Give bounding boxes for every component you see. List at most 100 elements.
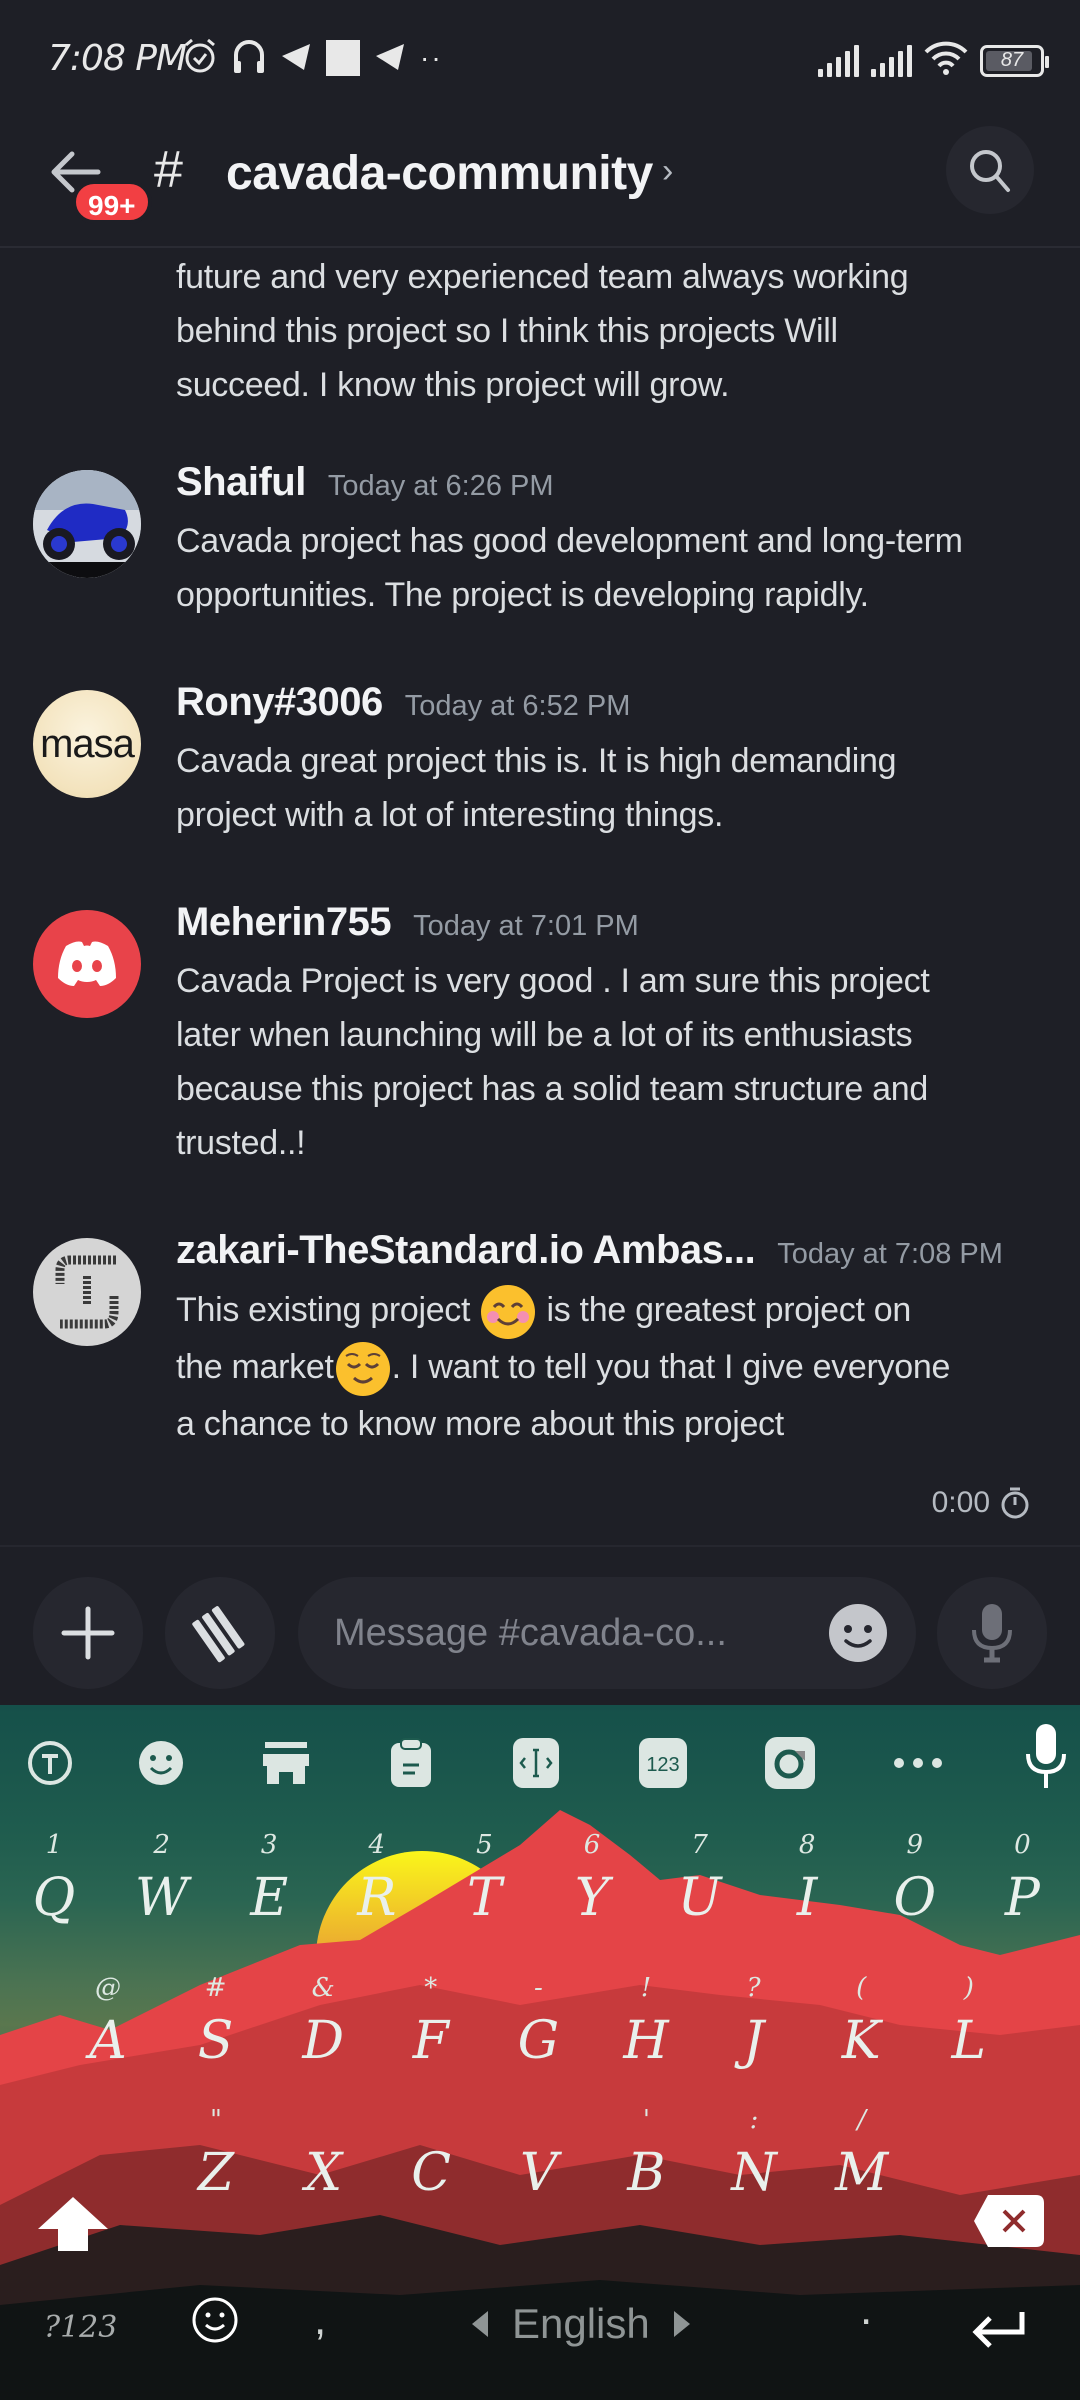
key-r[interactable]: 4R <box>327 1830 427 1960</box>
discord-logo-icon <box>58 941 116 986</box>
key-hint: ? <box>746 1973 761 2003</box>
key-label: X <box>305 2143 343 2203</box>
clipboard-icon[interactable] <box>381 1733 441 1793</box>
store-icon[interactable] <box>256 1733 316 1793</box>
more-icon[interactable] <box>888 1733 948 1793</box>
avatar[interactable] <box>33 910 141 1018</box>
key-n[interactable]: :N <box>704 2105 804 2235</box>
username[interactable]: Rony#3006 <box>176 680 383 725</box>
key-e[interactable]: 3E <box>219 1830 319 1960</box>
key-w[interactable]: 2W <box>112 1830 212 1960</box>
key-u[interactable]: 7U <box>650 1830 750 1960</box>
key-q[interactable]: 1Q <box>4 1830 104 1960</box>
add-attachment-button[interactable] <box>33 1577 143 1689</box>
avatar[interactable] <box>33 470 141 578</box>
message-body: Rony#3006 Today at 6:52 PM Cavada great … <box>176 680 1056 842</box>
message-composer <box>0 1545 1080 1705</box>
key-hint: & <box>311 1973 335 2003</box>
symbols-key[interactable]: ?123 <box>44 2310 117 2345</box>
language-label: English <box>512 2300 650 2347</box>
key-label: F <box>412 2011 449 2071</box>
period-key[interactable]: . <box>860 2285 872 2335</box>
enter-key[interactable] <box>970 2310 1026 2355</box>
message-input-container[interactable] <box>298 1577 916 1689</box>
key-h[interactable]: ! H <box>596 1973 696 2103</box>
key-label: I <box>796 1868 818 1928</box>
key-label: V <box>520 2143 558 2203</box>
search-button[interactable] <box>946 126 1034 214</box>
key-hint: 0 <box>1014 1830 1031 1860</box>
username[interactable]: Meherin755 <box>176 900 392 945</box>
numpad-icon[interactable]: 123 <box>633 1733 693 1793</box>
key-l[interactable]: ) L <box>919 1973 1019 2103</box>
wifi-icon <box>924 40 968 81</box>
message-body: Shaiful Today at 6:26 PM Cavada project … <box>176 460 1056 622</box>
apps-button[interactable] <box>165 1577 275 1689</box>
key-k[interactable]: (K <box>811 1973 911 2103</box>
key-z[interactable]: " Z <box>166 2105 266 2235</box>
shift-arrow-icon <box>38 2197 108 2251</box>
key-x[interactable]: X <box>274 2105 374 2235</box>
masa-avatar-text: masa <box>40 721 135 766</box>
keyboard-toolbar: 123 <box>0 1705 1080 1815</box>
voice-message-button[interactable] <box>937 1577 1047 1689</box>
avatar[interactable] <box>33 1238 141 1346</box>
search-icon <box>970 150 1010 192</box>
key-label: J <box>743 2011 765 2071</box>
key-label: R <box>357 1868 397 1928</box>
key-t[interactable]: 5T <box>434 1830 534 1960</box>
key-label: E <box>250 1868 289 1928</box>
headphones-icon <box>232 37 266 80</box>
battery-level: 87 <box>1000 49 1024 71</box>
key-m[interactable]: / M <box>812 2105 912 2235</box>
message-text: Cavada project has good development and … <box>176 522 963 614</box>
status-time: 7:08 PM <box>48 38 187 79</box>
chevron-right-icon[interactable]: › <box>662 152 673 191</box>
message-text: This existing project is the greatest pr… <box>176 1282 1056 1453</box>
mic-icon[interactable] <box>1016 1724 1076 1788</box>
key-label: B <box>627 2143 666 2203</box>
backspace-key[interactable] <box>960 2145 1070 2275</box>
key-y[interactable]: 6Y <box>542 1830 642 1960</box>
thestandard-logo-icon <box>55 1255 119 1329</box>
grammarly-icon[interactable] <box>760 1733 820 1793</box>
key-i[interactable]: 8I <box>757 1830 857 1960</box>
username[interactable]: zakari-TheStandard.io Ambas... <box>176 1228 756 1273</box>
emoji-key[interactable] <box>190 2295 240 2350</box>
spacebar[interactable]: English <box>470 2300 692 2348</box>
key-p[interactable]: 0P <box>972 1830 1072 1960</box>
key-label: H <box>623 2011 669 2071</box>
timestamp: Today at 7:01 PM <box>413 910 639 942</box>
emoji-button[interactable] <box>828 1603 888 1663</box>
emoji-icon[interactable] <box>131 1733 191 1793</box>
key-s[interactable]: # S <box>166 1973 266 2103</box>
key-c[interactable]: C <box>381 2105 481 2235</box>
more-dots-icon: ·· <box>420 42 443 73</box>
key-a[interactable]: @ A <box>58 1973 158 2103</box>
key-o[interactable]: 9O <box>865 1830 965 1960</box>
key-f[interactable]: * F <box>381 1973 481 2103</box>
channel-name[interactable]: cavada-community <box>226 146 653 201</box>
emoji-smiley-icon <box>192 2297 238 2343</box>
enter-arrow-icon <box>972 2312 1025 2348</box>
translate-icon[interactable] <box>20 1733 80 1793</box>
message-input[interactable] <box>334 1577 804 1689</box>
key-d[interactable]: & D <box>273 1973 373 2103</box>
avatar[interactable]: masa <box>33 690 141 798</box>
text-edit-icon[interactable] <box>506 1733 566 1793</box>
username[interactable]: Shaiful <box>176 460 306 505</box>
key-label: M <box>834 2143 889 2203</box>
message-list[interactable]: future and very experienced team always … <box>0 250 1080 1545</box>
timestamp: Today at 6:52 PM <box>404 690 631 722</box>
key-hint: ' <box>642 2105 650 2135</box>
comma-key[interactable]: , <box>314 2295 326 2345</box>
key-j[interactable]: ? J <box>704 1973 804 2103</box>
key-g[interactable]: -G <box>488 1973 588 2103</box>
shift-key[interactable] <box>24 2145 124 2275</box>
key-label: C <box>411 2143 452 2203</box>
system-icons: 87 <box>818 40 1049 81</box>
key-label: D <box>302 2011 345 2071</box>
telegram-icon <box>280 40 312 77</box>
key-b[interactable]: ' B <box>596 2105 696 2235</box>
key-v[interactable]: V <box>489 2105 589 2235</box>
